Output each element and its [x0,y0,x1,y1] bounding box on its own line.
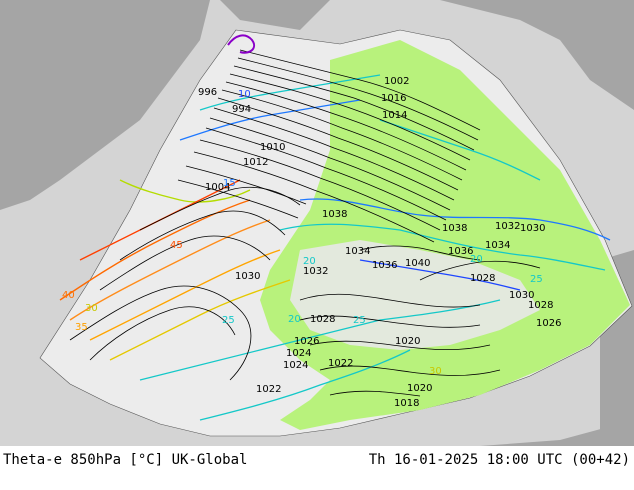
map-label: 25 [353,315,366,326]
map-label: 1038 [442,223,467,234]
map-label: 45 [170,240,183,251]
map-label: 1036 [448,246,473,257]
valid-time: Th 16-01-2025 18:00 UTC (00+42) [368,452,630,468]
map-label: 1020 [395,336,420,347]
map-title: Theta-e 850hPa [°C] UK-Global [3,452,248,468]
map-label: 1038 [322,209,347,220]
map-label: 30 [429,366,442,377]
map-label: 994 [232,104,251,115]
map-label: 1028 [528,300,553,311]
map-label: 15 [223,178,236,189]
map-label: 1032 [303,266,328,277]
map-label: 1014 [382,110,407,121]
map-label: 1028 [310,314,335,325]
map-label: 1032 [495,221,520,232]
map-label: 20 [288,314,301,325]
map-label: 1022 [328,358,353,369]
map-label: 35 [75,322,88,333]
map-label: 1028 [470,273,495,284]
map-label: 1016 [381,93,406,104]
map-label: 1026 [536,318,561,329]
map-label: 1024 [283,360,308,371]
map-label: 1024 [286,348,311,359]
map-label: 1022 [256,384,281,395]
map-label: 1018 [394,398,419,409]
map-label: 25 [222,315,235,326]
map-label: 1030 [235,271,260,282]
map-label: 10 [238,89,251,100]
map-label: 1010 [260,142,285,153]
map-label: 1020 [407,383,432,394]
map-label: 40 [62,290,75,301]
map-label: 1034 [345,246,370,257]
map-label: 1002 [384,76,409,87]
map-label: 25 [530,274,543,285]
map-label: 1012 [243,157,268,168]
map-label: 1026 [294,336,319,347]
map-label: 1030 [520,223,545,234]
map-label: 20 [303,256,316,267]
map-label: 1036 [372,260,397,271]
map-label: 996 [198,87,217,98]
weather-map: 1020102410221028102610321030103810361034… [0,0,634,446]
map-label: 1034 [485,240,510,251]
map-label: 30 [85,303,98,314]
map-label: 1040 [405,258,430,269]
